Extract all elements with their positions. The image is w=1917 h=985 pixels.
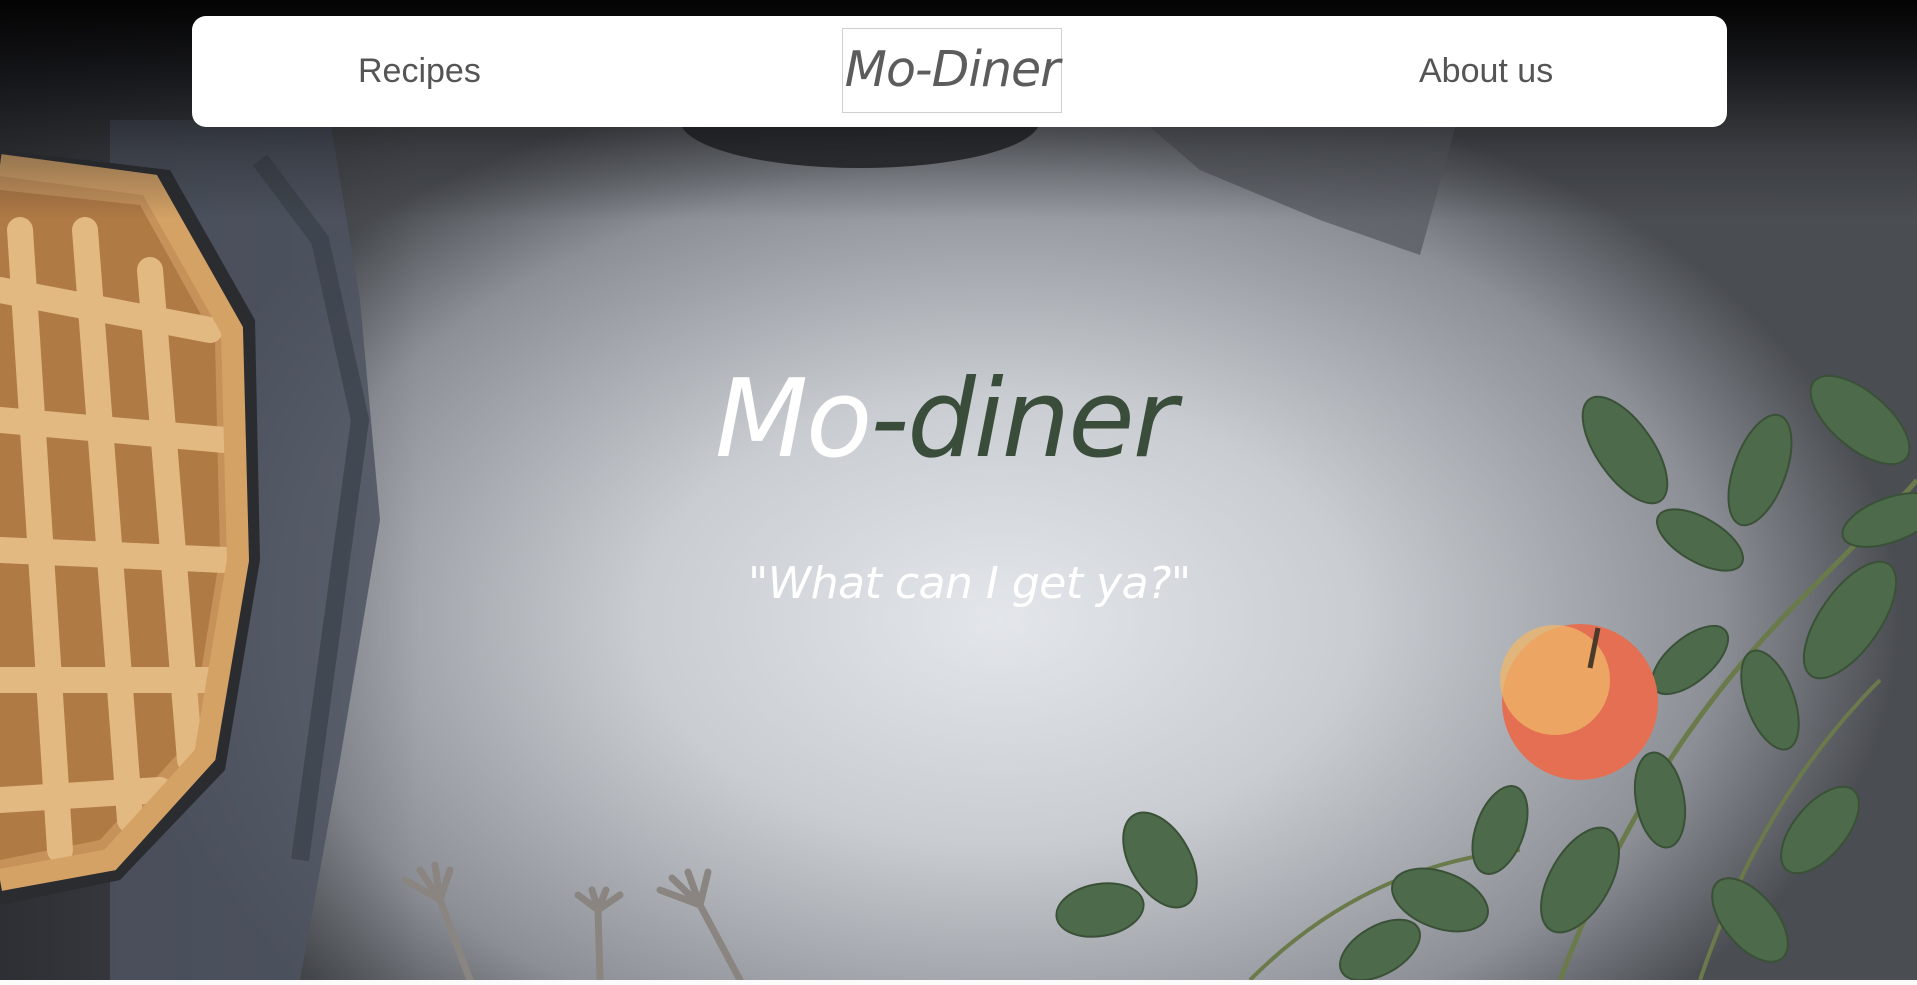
nav-recipes-link[interactable]: Recipes xyxy=(358,52,481,91)
eucalyptus-branches xyxy=(1055,374,1917,980)
lattice-pie xyxy=(0,154,250,891)
nav-about-us-link[interactable]: About us xyxy=(1419,52,1553,91)
page-bottom-strip xyxy=(0,980,1917,985)
hero-background xyxy=(0,0,1917,980)
forks xyxy=(401,861,744,980)
hero-title-mo: Mo xyxy=(715,357,872,482)
hero-tagline: "What can I get ya?" xyxy=(748,558,1191,609)
top-navigation-bar: Recipes Mo-Diner About us xyxy=(192,16,1727,127)
hero-title-diner: -diner xyxy=(870,357,1177,482)
hero-title: Mo-diner xyxy=(715,355,1177,485)
apple xyxy=(1500,624,1658,780)
site-logo[interactable]: Mo-Diner xyxy=(842,28,1062,113)
